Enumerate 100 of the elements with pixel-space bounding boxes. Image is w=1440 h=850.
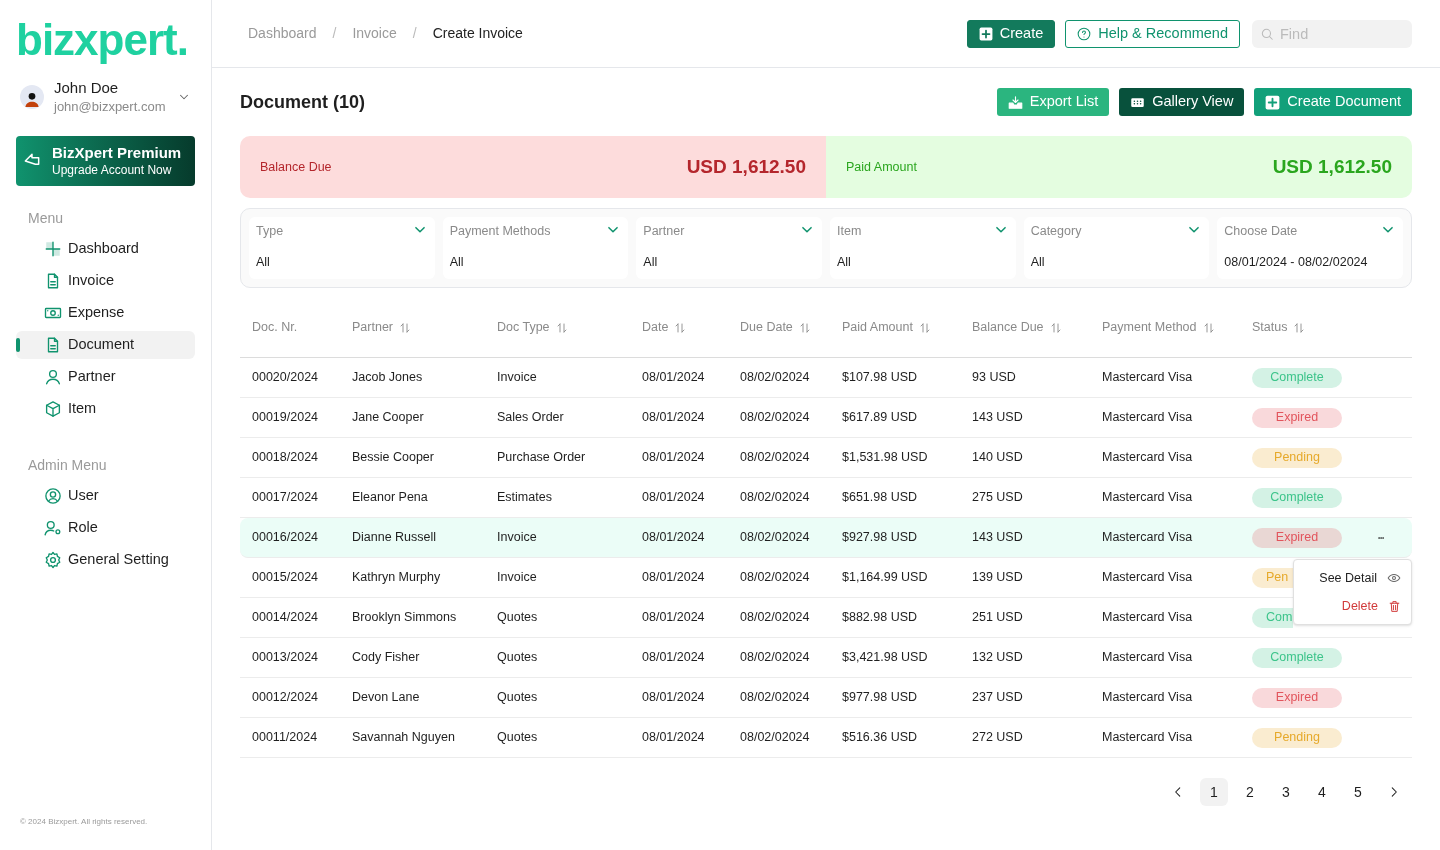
status-label: Expired <box>1252 527 1342 548</box>
table-cell-text: 00018/2024 <box>252 449 320 467</box>
table-cell-text: Dianne Russell <box>352 529 438 547</box>
table-cell-text: 08/02/02024 <box>740 449 811 467</box>
table-cell-text: Invoice <box>497 529 538 547</box>
table-cell-text: 00019/2024 <box>252 409 320 427</box>
table-cell-text: Mastercard Visa <box>1102 649 1194 667</box>
breadcrumb-separator: / <box>412 24 417 43</box>
table-cell-text: Mastercard Visa <box>1102 409 1194 427</box>
table-cell-text: Cody Fisher <box>352 649 421 667</box>
section-heading: Menu <box>27 209 65 228</box>
summary-label: Balance Due <box>260 158 332 176</box>
table-cell-text: $3,421.98 USD <box>842 649 929 667</box>
table-cell-text: 00017/2024 <box>252 489 320 507</box>
table-cell-text: Eleanor Pena <box>352 489 429 507</box>
table-cell-text: 08/01/2024 <box>642 409 706 427</box>
table-cell-text: 08/01/2024 <box>642 489 706 507</box>
table-cell-text: 08/02/02024 <box>740 729 811 747</box>
table-cell-text: Jacob Jones <box>352 369 424 387</box>
table-cell-text: Quotes <box>497 689 539 707</box>
table-cell-text: 00014/2024 <box>252 609 320 627</box>
summary-amount: USD 1,612.50 <box>1272 154 1392 179</box>
table-cell-text: Devon Lane <box>352 689 421 707</box>
table-cell-text: Invoice <box>497 569 538 587</box>
table-cell-text: 00016/2024 <box>252 529 320 547</box>
table-cell-text: 00012/2024 <box>252 689 320 707</box>
table-cell-text: Quotes <box>497 649 539 667</box>
table-cell-text: 143 USD <box>972 529 1024 547</box>
summary-amount: USD 1,612.50 <box>686 154 806 179</box>
table-cell-text: Kathryn Murphy <box>352 569 442 587</box>
table-cell-text: Mastercard Visa <box>1102 449 1194 467</box>
table-cell-text: Mastercard Visa <box>1102 729 1194 747</box>
table-cell-text: 237 USD <box>972 689 1024 707</box>
table-cell-text: 00013/2024 <box>252 649 320 667</box>
table-cell-text: 08/02/02024 <box>740 609 811 627</box>
table-cell-text: 140 USD <box>972 449 1024 467</box>
summary-label: Paid Amount <box>846 158 917 176</box>
table-cell-text: 08/01/2024 <box>642 609 706 627</box>
breadcrumb-separator: / <box>332 24 337 43</box>
table-cell-text: Mastercard Visa <box>1102 369 1194 387</box>
status-label: Expired <box>1252 407 1342 428</box>
table-cell-text: $617.89 USD <box>842 409 919 427</box>
table-cell-text: 08/01/2024 <box>642 569 706 587</box>
table-cell-text: $977.98 USD <box>842 689 919 707</box>
table-cell-text: Mastercard Visa <box>1102 689 1194 707</box>
status-label: Expired <box>1252 687 1342 708</box>
table-cell-text: 08/02/02024 <box>740 369 811 387</box>
table-cell-text: $882.98 USD <box>842 609 919 627</box>
table-cell-text: Quotes <box>497 609 539 627</box>
logo: bizxpert. <box>16 18 189 62</box>
table-cell-text: $1,164.99 USD <box>842 569 929 587</box>
table-cell-text: Estimates <box>497 489 553 507</box>
table-cell-text: $1,531.98 USD <box>842 449 929 467</box>
table-cell-text: $107.98 USD <box>842 369 919 387</box>
table-cell-text: 275 USD <box>972 489 1024 507</box>
table-cell-text: 08/01/2024 <box>642 449 706 467</box>
table-cell-text: $927.98 USD <box>842 529 919 547</box>
table-cell-text: 143 USD <box>972 409 1024 427</box>
table-cell-text: 08/02/02024 <box>740 649 811 667</box>
table-cell-text: 08/01/2024 <box>642 649 706 667</box>
status-label: Complete <box>1252 647 1342 668</box>
table-cell-text: Quotes <box>497 729 539 747</box>
status-label: Pen <box>1252 567 1293 588</box>
table-cell-text: 08/02/02024 <box>740 489 811 507</box>
status-label: Pending <box>1252 447 1342 468</box>
table-cell-text: 00015/2024 <box>252 569 320 587</box>
table-cell-text: Purchase Order <box>497 449 587 467</box>
table-cell-text: Brooklyn Simmons <box>352 609 458 627</box>
table-cell-text: $651.98 USD <box>842 489 919 507</box>
table-cell-text: Savannah Nguyen <box>352 729 456 747</box>
table-cell-text: Mastercard Visa <box>1102 609 1194 627</box>
table-cell-text: 08/02/02024 <box>740 529 811 547</box>
table-cell-text: 08/02/02024 <box>740 689 811 707</box>
table-cell-text: 08/01/2024 <box>642 369 706 387</box>
table-cell-text: Mastercard Visa <box>1102 489 1194 507</box>
table-cell-text: Mastercard Visa <box>1102 569 1194 587</box>
table-cell-text: Mastercard Visa <box>1102 529 1194 547</box>
table-cell-text: 00011/2024 <box>252 729 319 747</box>
table-cell-text: 08/01/2024 <box>642 689 706 707</box>
status-label: Pending <box>1252 727 1342 748</box>
copyright-text: © 2024 Bizxpert. All rights reserved. <box>19 816 149 828</box>
table-cell-text: 08/01/2024 <box>642 729 706 747</box>
table-cell-text: Jane Cooper <box>352 409 425 427</box>
table-cell-text: 139 USD <box>972 569 1024 587</box>
status-label: Complete <box>1252 367 1342 388</box>
table-cell-text: $516.36 USD <box>842 729 919 747</box>
user-name: John Doe <box>54 78 120 98</box>
table-cell-text: 08/02/02024 <box>740 569 811 587</box>
table-cell-text: 00020/2024 <box>252 369 320 387</box>
table-cell-text: Invoice <box>497 369 538 387</box>
page-title: Document (10) <box>240 90 365 114</box>
status-label: Complete <box>1252 487 1342 508</box>
table-cell-text: 08/02/02024 <box>740 409 811 427</box>
table-cell-text: Bessie Cooper <box>352 449 435 467</box>
user-email: john@bizxpert.com <box>54 98 166 116</box>
table-cell-text: 272 USD <box>972 729 1024 747</box>
table-cell-text: 93 USD <box>972 369 1017 387</box>
table-cell-text: 132 USD <box>972 649 1024 667</box>
table-cell-text: 251 USD <box>972 609 1024 627</box>
section-heading: Admin Menu <box>27 456 108 475</box>
